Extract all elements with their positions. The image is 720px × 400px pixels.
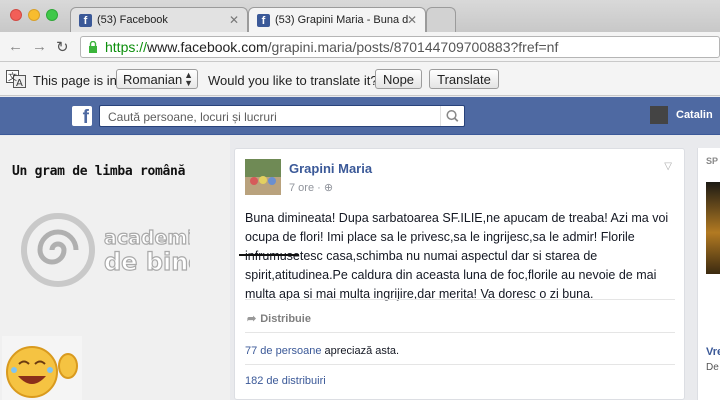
avatar[interactable]: [650, 106, 668, 124]
share-label: Distribuie: [260, 313, 311, 325]
likes-suffix: apreciază asta.: [321, 345, 400, 357]
user-name[interactable]: Catalin: [676, 109, 713, 121]
laughing-emoji-icon: [2, 336, 82, 400]
translate-button[interactable]: Translate: [429, 69, 499, 89]
post-time[interactable]: 7 ore: [289, 182, 314, 194]
author-avatar[interactable]: [245, 159, 281, 195]
reload-icon[interactable]: ↻: [56, 38, 69, 56]
post-body: Buna dimineata! Dupa sarbatoarea SF.ILIE…: [245, 211, 669, 301]
post-author[interactable]: Grapini Maria: [289, 161, 372, 176]
post-meta: 7 ore · ⊕: [289, 181, 333, 194]
tab-title: (53) Facebook: [97, 14, 168, 26]
close-window-button[interactable]: [10, 9, 22, 21]
search-input[interactable]: Caută persoane, locuri și lucruri: [99, 105, 465, 127]
ad-image[interactable]: [706, 182, 720, 274]
page-sidebar: Un gram de limba română academia de bine: [0, 136, 230, 400]
ad-title[interactable]: Vre: [706, 346, 720, 358]
close-tab-icon[interactable]: ✕: [407, 13, 417, 27]
globe-icon: ⊕: [323, 182, 334, 194]
browser-toolbar: ← → ↻ https://www.facebook.com/grapini.m…: [0, 32, 720, 62]
tab-grapini-maria[interactable]: f (53) Grapini Maria - Buna d ✕: [248, 7, 426, 32]
browser-tab-bar: f (53) Facebook ✕ f (53) Grapini Maria -…: [0, 0, 720, 32]
search-placeholder: Caută persoane, locuri și lucruri: [108, 110, 277, 124]
url-host: www.facebook.com: [147, 39, 268, 55]
sponsored-heading: SP: [706, 156, 719, 166]
share-arrow-icon: ➦: [247, 313, 257, 325]
translate-prefix: This page is in: [33, 73, 117, 88]
handwritten-underline: [239, 254, 299, 256]
divider: [245, 364, 675, 365]
zoom-window-button[interactable]: [46, 9, 58, 21]
ad-subtitle: De: [706, 362, 719, 373]
tab-title: (53) Grapini Maria - Buna d: [275, 14, 409, 26]
divider: [245, 332, 675, 333]
select-arrows-icon: ▲ ▼: [184, 70, 193, 88]
svg-text:A: A: [16, 78, 23, 88]
chevron-down-icon[interactable]: ▽: [664, 161, 672, 172]
logo-line-1: academia: [104, 227, 190, 249]
tab-facebook[interactable]: f (53) Facebook ✕: [70, 7, 248, 32]
facebook-header: f Caută persoane, locuri și lucruri Cata…: [0, 97, 720, 135]
search-icon[interactable]: [440, 106, 464, 126]
shares-count-link[interactable]: 182 de distribuiri: [245, 375, 326, 387]
url-scheme: https://: [105, 39, 148, 55]
logo-line-2: de bine: [104, 248, 190, 276]
nope-button[interactable]: Nope: [375, 69, 422, 89]
close-tab-icon[interactable]: ✕: [229, 13, 239, 27]
share-button[interactable]: ➦ Distribuie: [247, 312, 311, 325]
address-bar[interactable]: https://www.facebook.com/grapini.maria/p…: [80, 36, 720, 58]
language-select[interactable]: Romanian ▲ ▼: [116, 69, 198, 89]
language-value: Romanian: [123, 72, 183, 87]
likes-count-link[interactable]: 77 de persoane: [245, 345, 321, 357]
likes-summary: 77 de persoane apreciază asta.: [245, 345, 399, 357]
divider: [245, 299, 675, 300]
post-card: Grapini Maria 7 ore · ⊕ ▽ Buna dimineata…: [234, 148, 685, 400]
lock-icon: [89, 41, 97, 53]
translate-question: Would you like to translate it?: [208, 73, 378, 88]
facebook-logo-icon[interactable]: f: [72, 106, 92, 126]
translate-bar: 文 A This page is in Romanian ▲ ▼ Would yo…: [0, 62, 720, 96]
minimize-window-button[interactable]: [28, 9, 40, 21]
facebook-favicon-icon: f: [257, 14, 270, 27]
url-path: /grapini.maria/posts/870144709700883?fre…: [267, 39, 559, 55]
new-tab-button[interactable]: [426, 7, 456, 32]
academia-de-bine-logo: academia de bine: [21, 213, 190, 287]
right-sidebar: SP Vre De: [697, 148, 720, 400]
facebook-favicon-icon: f: [79, 14, 92, 27]
back-arrow-icon[interactable]: ←: [8, 38, 23, 55]
forward-arrow-icon[interactable]: →: [32, 38, 47, 55]
translate-icon: 文 A: [6, 70, 26, 88]
page-name[interactable]: Un gram de limba română: [12, 164, 185, 179]
dot-separator: ·: [317, 182, 324, 194]
